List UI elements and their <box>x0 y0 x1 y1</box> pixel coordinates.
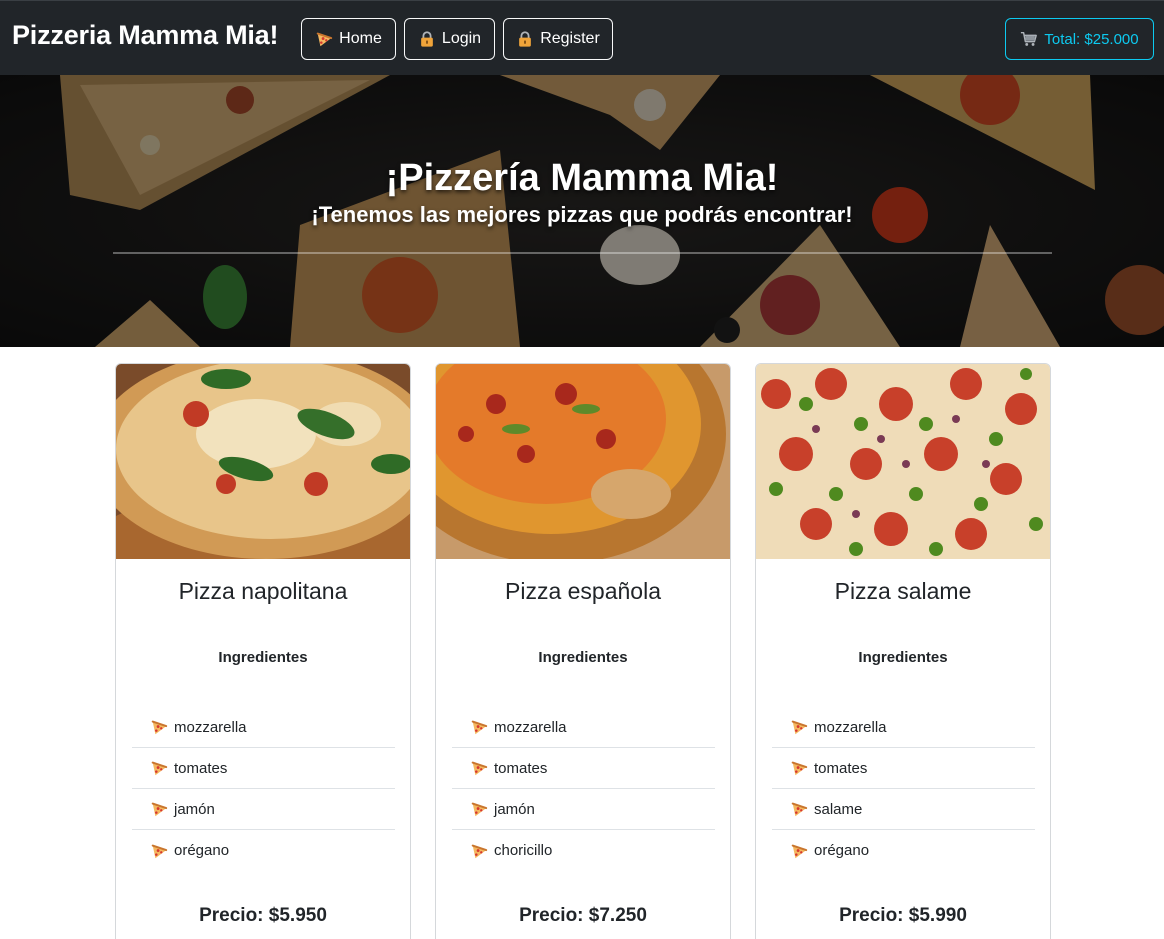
list-item: choricillo <box>452 830 715 871</box>
pizza-icon <box>150 842 168 860</box>
list-item: mozzarella <box>132 707 395 748</box>
register-button-label: Register <box>540 30 600 47</box>
pizza-napolitana-image <box>116 364 410 559</box>
pizza-card: Pizza napolitana Ingredientes mozzarella… <box>115 363 411 939</box>
list-item: jamón <box>452 789 715 830</box>
pizza-price: Precio: $7.250 <box>519 905 647 926</box>
hero-banner: ¡Pizzería Mamma Mia! ¡Tenemos las mejore… <box>0 75 1164 347</box>
brand-title[interactable]: Pizzeria Mamma Mia! <box>12 20 278 51</box>
list-item: orégano <box>132 830 395 871</box>
list-item: orégano <box>772 830 1035 871</box>
ingredients-heading: Ingredientes <box>538 649 628 666</box>
login-button-label: Login <box>441 30 482 47</box>
ingredient-label: mozzarella <box>814 718 887 736</box>
ingredient-label: tomates <box>814 759 868 777</box>
list-item: tomates <box>452 748 715 789</box>
home-button-label: Home <box>339 30 382 47</box>
pizza-icon <box>470 759 488 777</box>
pizza-icon <box>470 718 488 736</box>
register-button[interactable]: Register <box>503 18 613 60</box>
ingredient-label: orégano <box>814 842 870 859</box>
pizza-icon <box>150 759 168 777</box>
pizza-icon <box>790 842 808 860</box>
ingredient-label: salame <box>814 800 863 818</box>
lock-icon <box>516 30 534 48</box>
pizza-icon <box>790 759 808 777</box>
pizza-name: Pizza española <box>505 578 661 604</box>
ingredient-label: tomates <box>494 759 548 777</box>
pizza-salame-image <box>756 364 1050 559</box>
list-item: mozzarella <box>772 707 1035 748</box>
list-item: jamón <box>132 789 395 830</box>
navbar: Pizzeria Mamma Mia! Home Login Register … <box>0 0 1164 75</box>
pizza-card: Pizza salame Ingredientes mozzarella tom… <box>755 363 1051 939</box>
hero-subtitle: ¡Tenemos las mejores pizzas que podrás e… <box>311 202 853 227</box>
pizza-icon <box>150 718 168 736</box>
list-item: salame <box>772 789 1035 830</box>
hero-title: ¡Pizzería Mamma Mia! <box>385 157 779 199</box>
pizza-espanola-image <box>436 364 730 559</box>
cart-total-label: Total: $25.000 <box>1044 30 1139 48</box>
ingredient-label: orégano <box>174 842 230 859</box>
pizza-price: Precio: $5.990 <box>839 905 967 926</box>
pizza-name: Pizza napolitana <box>178 578 348 604</box>
home-button[interactable]: Home <box>301 18 396 60</box>
list-item: tomates <box>132 748 395 789</box>
ingredient-label: tomates <box>174 759 228 777</box>
list-item: tomates <box>772 748 1035 789</box>
cart-icon <box>1020 30 1038 48</box>
hero-divider <box>113 252 1052 254</box>
ingredients-heading: Ingredientes <box>218 649 308 666</box>
pizza-card: Pizza española Ingredientes mozzarella t… <box>435 363 731 939</box>
ingredient-label: mozzarella <box>494 718 567 736</box>
lock-icon <box>418 30 436 48</box>
pizza-icon <box>315 30 333 48</box>
pizza-icon <box>790 718 808 736</box>
cart-total-button[interactable]: Total: $25.000 <box>1005 18 1154 60</box>
ingredient-label: jamón <box>174 800 215 818</box>
ingredient-label: choricillo <box>494 842 553 859</box>
login-button[interactable]: Login <box>404 18 495 60</box>
pizza-icon <box>790 800 808 818</box>
ingredients-list: mozzarella tomates salame orégano <box>772 707 1035 871</box>
pizza-price: Precio: $5.950 <box>199 905 327 926</box>
ingredient-label: jamón <box>494 800 535 818</box>
ingredients-heading: Ingredientes <box>858 649 948 666</box>
pizza-icon <box>470 842 488 860</box>
pizza-name: Pizza salame <box>834 578 972 604</box>
ingredient-label: mozzarella <box>174 718 247 736</box>
ingredients-list: mozzarella tomates jamón choricillo <box>452 707 715 871</box>
pizza-icon <box>150 800 168 818</box>
ingredients-list: mozzarella tomates jamón orégano <box>132 707 395 871</box>
list-item: mozzarella <box>452 707 715 748</box>
pizza-icon <box>470 800 488 818</box>
